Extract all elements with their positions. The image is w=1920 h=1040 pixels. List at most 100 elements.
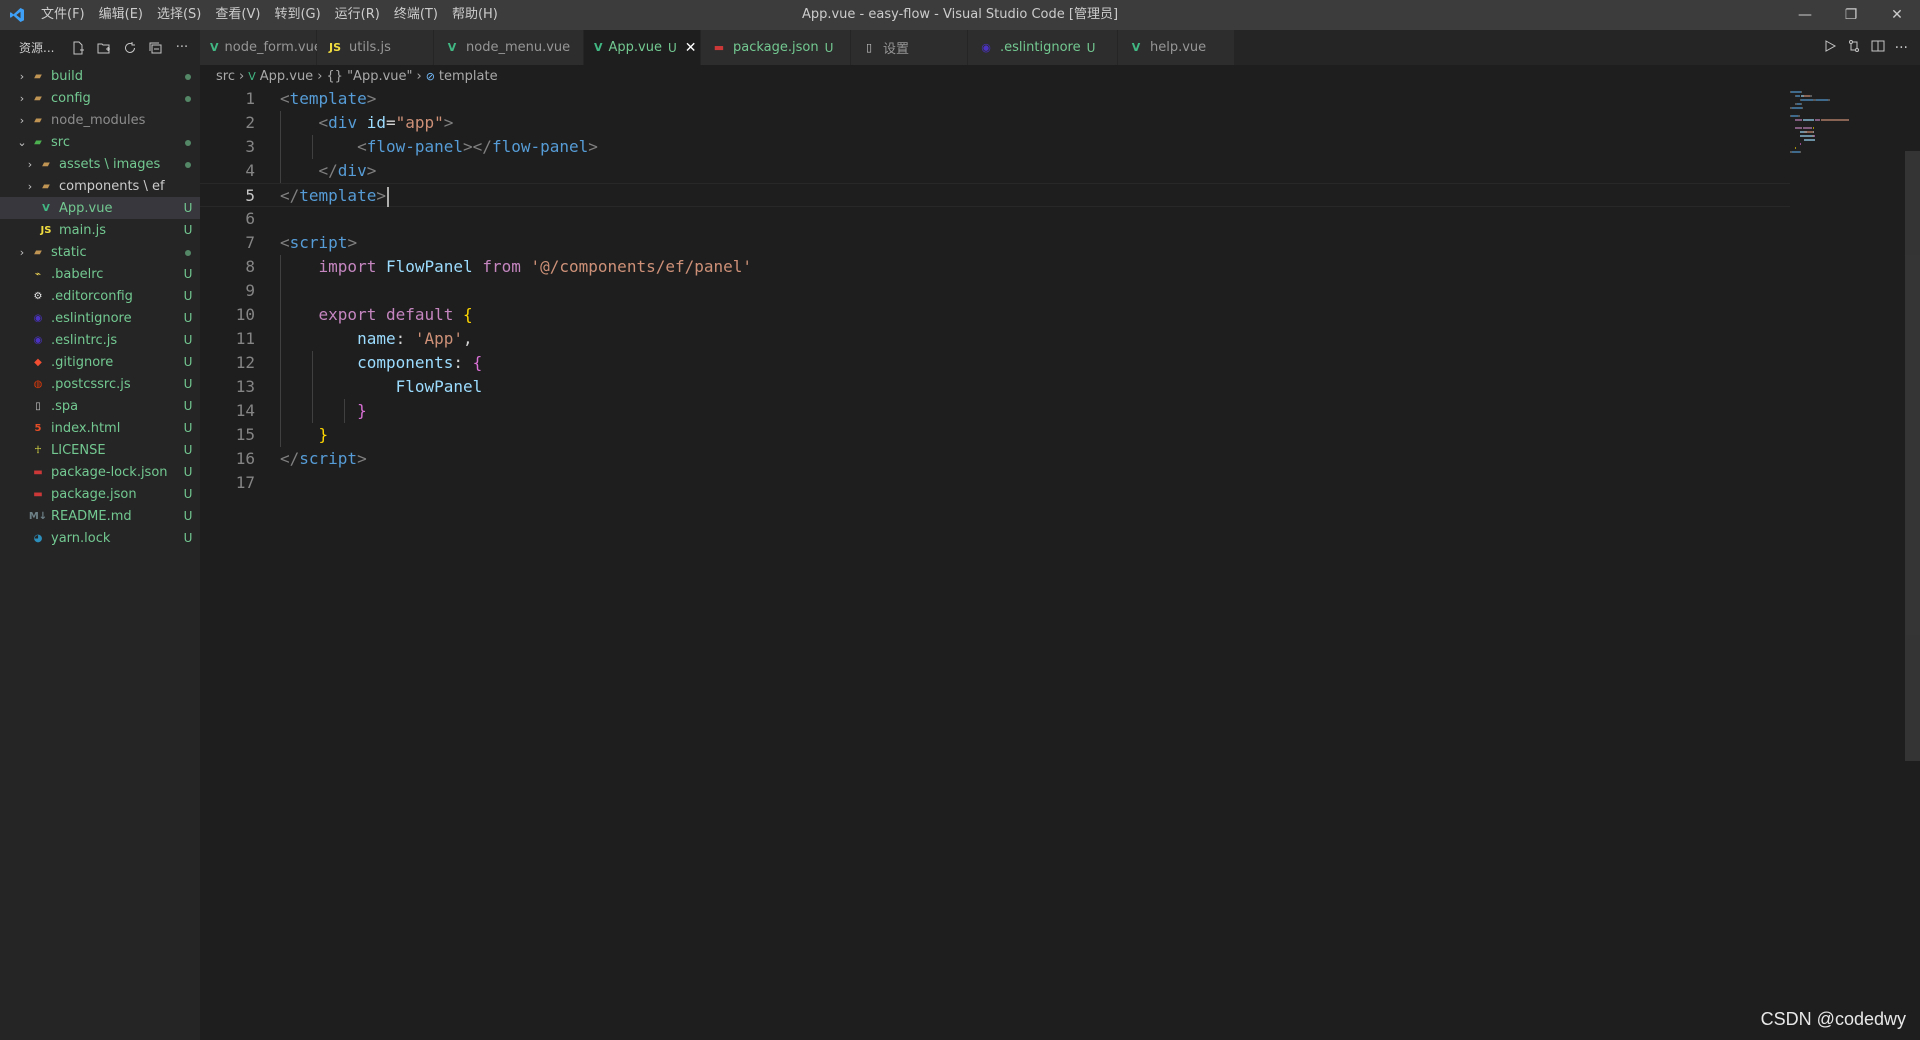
tree-item[interactable]: ▬ package-lock.json U: [0, 461, 200, 483]
code-line[interactable]: 16 </script>: [200, 447, 1790, 471]
tree-item[interactable]: JS main.js U: [0, 219, 200, 241]
tree-item[interactable]: ▯ .spa U: [0, 395, 200, 417]
code-line[interactable]: 13 FlowPanel: [200, 375, 1790, 399]
restore-button[interactable]: ❐: [1828, 0, 1874, 30]
chevron-right-icon[interactable]: ›: [14, 241, 30, 263]
more-icon[interactable]: ···: [173, 39, 191, 57]
tree-item[interactable]: 5 index.html U: [0, 417, 200, 439]
code-line[interactable]: 4 </div>: [200, 159, 1790, 183]
git-status-badge: U: [183, 201, 193, 215]
tree-item[interactable]: ⚙ .editorconfig U: [0, 285, 200, 307]
tree-item[interactable]: ▬ package.json U: [0, 483, 200, 505]
collapse-icon[interactable]: [147, 39, 165, 57]
breadcrumb-item[interactable]: template: [439, 69, 498, 84]
more-actions-icon[interactable]: ···: [1895, 40, 1908, 56]
tree-item[interactable]: V App.vue U: [0, 197, 200, 219]
editor-tab[interactable]: Vnode_form.vue: [200, 30, 322, 65]
new-file-icon[interactable]: [69, 39, 87, 57]
tree-item[interactable]: › ▰ static: [0, 241, 200, 263]
breadcrumb-item[interactable]: App.vue: [260, 69, 313, 84]
code-line[interactable]: 8 import FlowPanel from '@/components/ef…: [200, 255, 1790, 279]
tree-item[interactable]: ◍ .postcssrc.js U: [0, 373, 200, 395]
code-line[interactable]: 14 }: [200, 399, 1790, 423]
tree-item[interactable]: ◉ .eslintignore U: [0, 307, 200, 329]
status-dot: [185, 74, 191, 80]
menu-item[interactable]: 转到(G): [267, 0, 327, 30]
minimap[interactable]: [1790, 87, 1900, 1040]
split-editor-icon[interactable]: [1871, 39, 1885, 57]
minimap-token: [1799, 143, 1801, 145]
code-editor[interactable]: 1 <template> 2 <div id="app"> 3 <flow-panel…: [200, 87, 1920, 1040]
breadcrumb-separator-icon: ›: [238, 68, 245, 84]
editor-tab[interactable]: ▬ package.json U: [701, 30, 851, 65]
chevron-right-icon[interactable]: ›: [14, 87, 30, 109]
menu-item[interactable]: 帮助(H): [445, 0, 505, 30]
code-text: <flow-panel></flow-panel>: [280, 135, 598, 159]
breadcrumb-item[interactable]: src: [216, 69, 235, 84]
code-token: </: [280, 186, 300, 205]
vertical-scrollbar[interactable]: [1905, 87, 1920, 1040]
tree-item-label: .editorconfig: [51, 288, 133, 304]
tree-item[interactable]: ◉ .eslintrc.js U: [0, 329, 200, 351]
chevron-right-icon[interactable]: ›: [14, 65, 30, 87]
code-line[interactable]: 1 <template>: [200, 87, 1790, 111]
code-line[interactable]: 15 }: [200, 423, 1790, 447]
code-line[interactable]: 10 export default {: [200, 303, 1790, 327]
code-line[interactable]: 17: [200, 471, 1790, 495]
breadcrumb-item[interactable]: {} "App.vue": [326, 69, 412, 84]
line-number: 7: [245, 233, 255, 252]
editor-tab[interactable]: ▯ 设置: [851, 30, 968, 65]
code-line[interactable]: 2 <div id="app">: [200, 111, 1790, 135]
close-tab-icon[interactable]: ✕: [685, 40, 697, 56]
tree-item[interactable]: › ▰ components \ ef: [0, 175, 200, 197]
scrollbar-thumb[interactable]: [1905, 151, 1920, 761]
git-status-badge: U: [183, 443, 193, 457]
chevron-right-icon[interactable]: ›: [22, 153, 38, 175]
folder-icon: ▰: [34, 246, 42, 258]
tree-item-label: .gitignore: [51, 354, 114, 370]
tree-item[interactable]: › ▰ config: [0, 87, 200, 109]
menu-item[interactable]: 编辑(E): [92, 0, 150, 30]
git-status-badge: U: [183, 531, 193, 545]
code-line[interactable]: 9: [200, 279, 1790, 303]
menu-item[interactable]: 运行(R): [328, 0, 387, 30]
editor-tab[interactable]: Vhelp.vue: [1118, 30, 1235, 65]
refresh-icon[interactable]: [121, 39, 139, 57]
tree-item[interactable]: › ▰ node_modules: [0, 109, 200, 131]
tree-item[interactable]: ◕ yarn.lock U: [0, 527, 200, 549]
menu-item[interactable]: 查看(V): [208, 0, 267, 30]
menu-item[interactable]: 终端(T): [387, 0, 445, 30]
tree-item[interactable]: ⌁ .babelrc U: [0, 263, 200, 285]
close-window-button[interactable]: ✕: [1874, 0, 1920, 30]
minimize-button[interactable]: —: [1782, 0, 1828, 30]
menu-item[interactable]: 选择(S): [150, 0, 208, 30]
code-line[interactable]: 3 <flow-panel></flow-panel>: [200, 135, 1790, 159]
code-line[interactable]: 7 <script>: [200, 231, 1790, 255]
tree-item[interactable]: › ▰ build: [0, 65, 200, 87]
new-folder-icon[interactable]: [95, 39, 113, 57]
license-icon: ☥: [34, 444, 42, 456]
tree-item[interactable]: M↓ README.md U: [0, 505, 200, 527]
tree-item[interactable]: › ▰ assets \ images: [0, 153, 200, 175]
compare-icon[interactable]: [1847, 39, 1861, 57]
tree-item[interactable]: ◆ .gitignore U: [0, 351, 200, 373]
tab-label: help.vue: [1150, 40, 1207, 55]
tree-item[interactable]: ⌄ ▰ src: [0, 131, 200, 153]
editor-tab[interactable]: JS utils.js: [317, 30, 434, 65]
minimap-token: [1799, 135, 1812, 137]
chevron-down-icon[interactable]: ⌄: [14, 131, 30, 153]
code-line[interactable]: 5 </template>: [200, 183, 1790, 207]
minimap-token: [1812, 127, 1814, 129]
editor-tab[interactable]: V App.vue U ✕: [584, 30, 701, 65]
code-line[interactable]: 11 name: 'App',: [200, 327, 1790, 351]
menu-item[interactable]: 文件(F): [34, 0, 92, 30]
tree-item[interactable]: ☥ LICENSE U: [0, 439, 200, 461]
run-icon[interactable]: [1823, 39, 1837, 57]
chevron-right-icon[interactable]: ›: [22, 175, 38, 197]
editor-tab[interactable]: Vnode_menu.vue: [434, 30, 584, 65]
code-line[interactable]: 6: [200, 207, 1790, 231]
code-line[interactable]: 12 components: {: [200, 351, 1790, 375]
chevron-right-icon[interactable]: ›: [14, 109, 30, 131]
editor-tab[interactable]: ◉ .eslintignore U: [968, 30, 1118, 65]
